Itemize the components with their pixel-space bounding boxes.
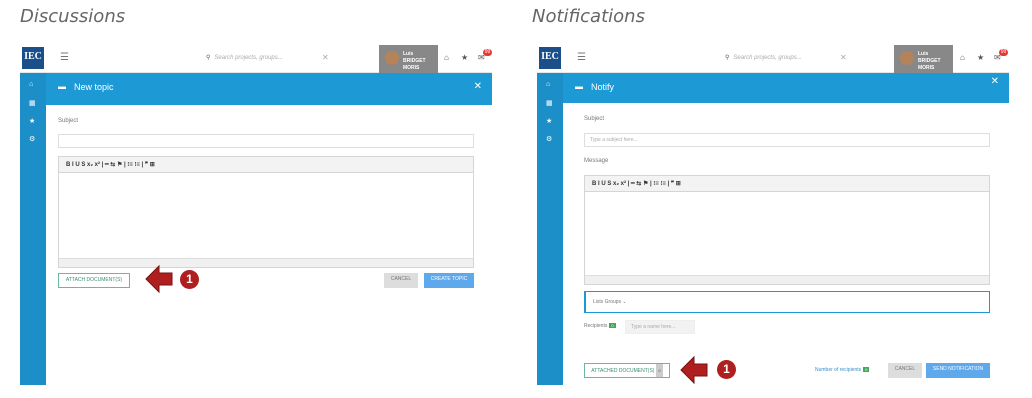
dialog-title: Notify	[591, 82, 615, 92]
discussions-caption: Discussions	[20, 6, 126, 27]
star-icon[interactable]: ★	[461, 53, 468, 62]
search-icon: ⚲	[206, 55, 211, 61]
cancel-button[interactable]: CANCEL	[888, 363, 922, 378]
recipients-label: Recipients 0	[584, 323, 616, 329]
user-menu[interactable]: Luis BRIDGET MORIS	[379, 45, 438, 73]
star-nav-icon[interactable]: ★	[29, 117, 35, 125]
editor-toolbar[interactable]: B I U S x₂ x² | ━ ⇆ ⚑ | ⁝≡ ⁝≡ | ❞ ⊞	[59, 157, 473, 173]
search-input[interactable]: ⚲ Search projects, groups...	[206, 54, 283, 61]
search-placeholder: Search projects, groups...	[214, 55, 283, 61]
message-editor[interactable]: B I U S x₂ x² | ━ ⇆ ⚑ | ⁝≡ ⁝≡ | ❞ ⊞	[58, 156, 474, 268]
arrow-left-icon	[680, 355, 708, 385]
hamburger-menu-icon[interactable]: ☰	[577, 52, 586, 63]
notification-badge: 99	[483, 49, 492, 56]
close-icon[interactable]: ✕	[474, 81, 482, 92]
grid-nav-icon[interactable]: ▦	[29, 99, 36, 107]
message-label: Message	[584, 158, 609, 164]
sidebar: ⌂ ▦ ★ ⚙	[537, 73, 563, 385]
search-placeholder: Search projects, groups...	[733, 55, 802, 61]
avatar	[900, 51, 914, 65]
home-nav-icon[interactable]: ⌂	[546, 81, 550, 88]
comment-icon: ▬	[575, 82, 583, 91]
sidebar: ⌂ ▦ ★ ⚙	[20, 73, 46, 385]
dialog-header: ▬ New topic ✕	[46, 73, 492, 105]
user-name: Luis BRIDGET MORIS	[918, 51, 941, 71]
subject-label: Subject	[584, 116, 605, 122]
dialog-title: New topic	[74, 82, 114, 92]
top-bar: IEC ☰ ⚲ Search projects, groups... ✕ Luis…	[20, 45, 492, 73]
attached-documents-button[interactable]: ATTACHED DOCUMENT(S) 0	[584, 363, 670, 378]
clear-search-icon[interactable]: ✕	[840, 53, 847, 62]
discussions-panel: IEC ☰ ⚲ Search projects, groups... ✕ Luis…	[20, 45, 492, 385]
user-menu[interactable]: Luis BRIDGET MORIS	[894, 45, 953, 73]
editor-footer	[59, 258, 473, 267]
close-icon[interactable]: ✕	[991, 76, 999, 87]
create-topic-button[interactable]: CREATE TOPIC	[424, 273, 474, 288]
top-bar: IEC ☰ ⚲ Search projects, groups... ✕ Luis…	[537, 45, 1009, 73]
recipients-input[interactable]: Type a name here...	[625, 320, 695, 334]
hamburger-menu-icon[interactable]: ☰	[60, 52, 69, 63]
subject-label: Subject	[58, 118, 79, 124]
lists-groups-label: Lists Groups	[593, 299, 622, 305]
notifications-panel: IEC ☰ ⚲ Search projects, groups... ✕ Luis…	[537, 45, 1009, 385]
home-nav-icon[interactable]: ⌂	[29, 81, 33, 88]
settings-nav-icon[interactable]: ⚙	[29, 135, 35, 143]
attached-count-badge: 0	[656, 364, 663, 377]
comment-icon: ▬	[58, 82, 66, 91]
iec-logo[interactable]: IEC	[22, 47, 44, 69]
user-name: Luis BRIDGET MORIS	[403, 51, 426, 71]
attach-documents-button[interactable]: ATTACH DOCUMENT(S)	[58, 273, 130, 288]
search-input[interactable]: ⚲ Search projects, groups...	[725, 54, 802, 61]
notifications-caption: Notifications	[532, 6, 645, 27]
number-of-recipients-badge: 0	[863, 367, 870, 373]
arrow-left-icon	[145, 264, 173, 294]
cancel-button[interactable]: CANCEL	[384, 273, 418, 288]
callout-number: 1	[717, 360, 736, 379]
recipients-count-badge: 0	[609, 323, 616, 329]
home-icon[interactable]: ⌂	[960, 53, 965, 62]
send-notification-button[interactable]: SEND NOTIFICATION	[926, 363, 990, 378]
avatar	[385, 51, 399, 65]
search-icon: ⚲	[725, 55, 730, 61]
lists-groups-dropdown[interactable]: Lists Groups ⌄	[584, 291, 990, 313]
grid-nav-icon[interactable]: ▦	[546, 99, 553, 107]
callout-number: 1	[180, 270, 199, 289]
subject-input[interactable]: Type a subject here...	[584, 133, 990, 147]
settings-nav-icon[interactable]: ⚙	[546, 135, 552, 143]
star-icon[interactable]: ★	[977, 53, 984, 62]
iec-logo[interactable]: IEC	[539, 47, 561, 69]
dialog-header: ▬ Notify ✕	[563, 73, 1009, 103]
clear-search-icon[interactable]: ✕	[322, 53, 329, 62]
editor-toolbar[interactable]: B I U S x₂ x² | ━ ⇆ ⚑ | ⁝≡ ⁝≡ | ❞ ⊞	[585, 176, 989, 192]
chevron-down-icon: ⌄	[622, 299, 627, 305]
message-editor[interactable]: B I U S x₂ x² | ━ ⇆ ⚑ | ⁝≡ ⁝≡ | ❞ ⊞	[584, 175, 990, 285]
notification-badge: 99	[999, 49, 1008, 56]
subject-input[interactable]	[58, 134, 474, 148]
star-nav-icon[interactable]: ★	[546, 117, 552, 125]
home-icon[interactable]: ⌂	[444, 53, 449, 62]
number-of-recipients: Number of recipients 0	[815, 367, 870, 373]
editor-footer	[585, 275, 989, 284]
